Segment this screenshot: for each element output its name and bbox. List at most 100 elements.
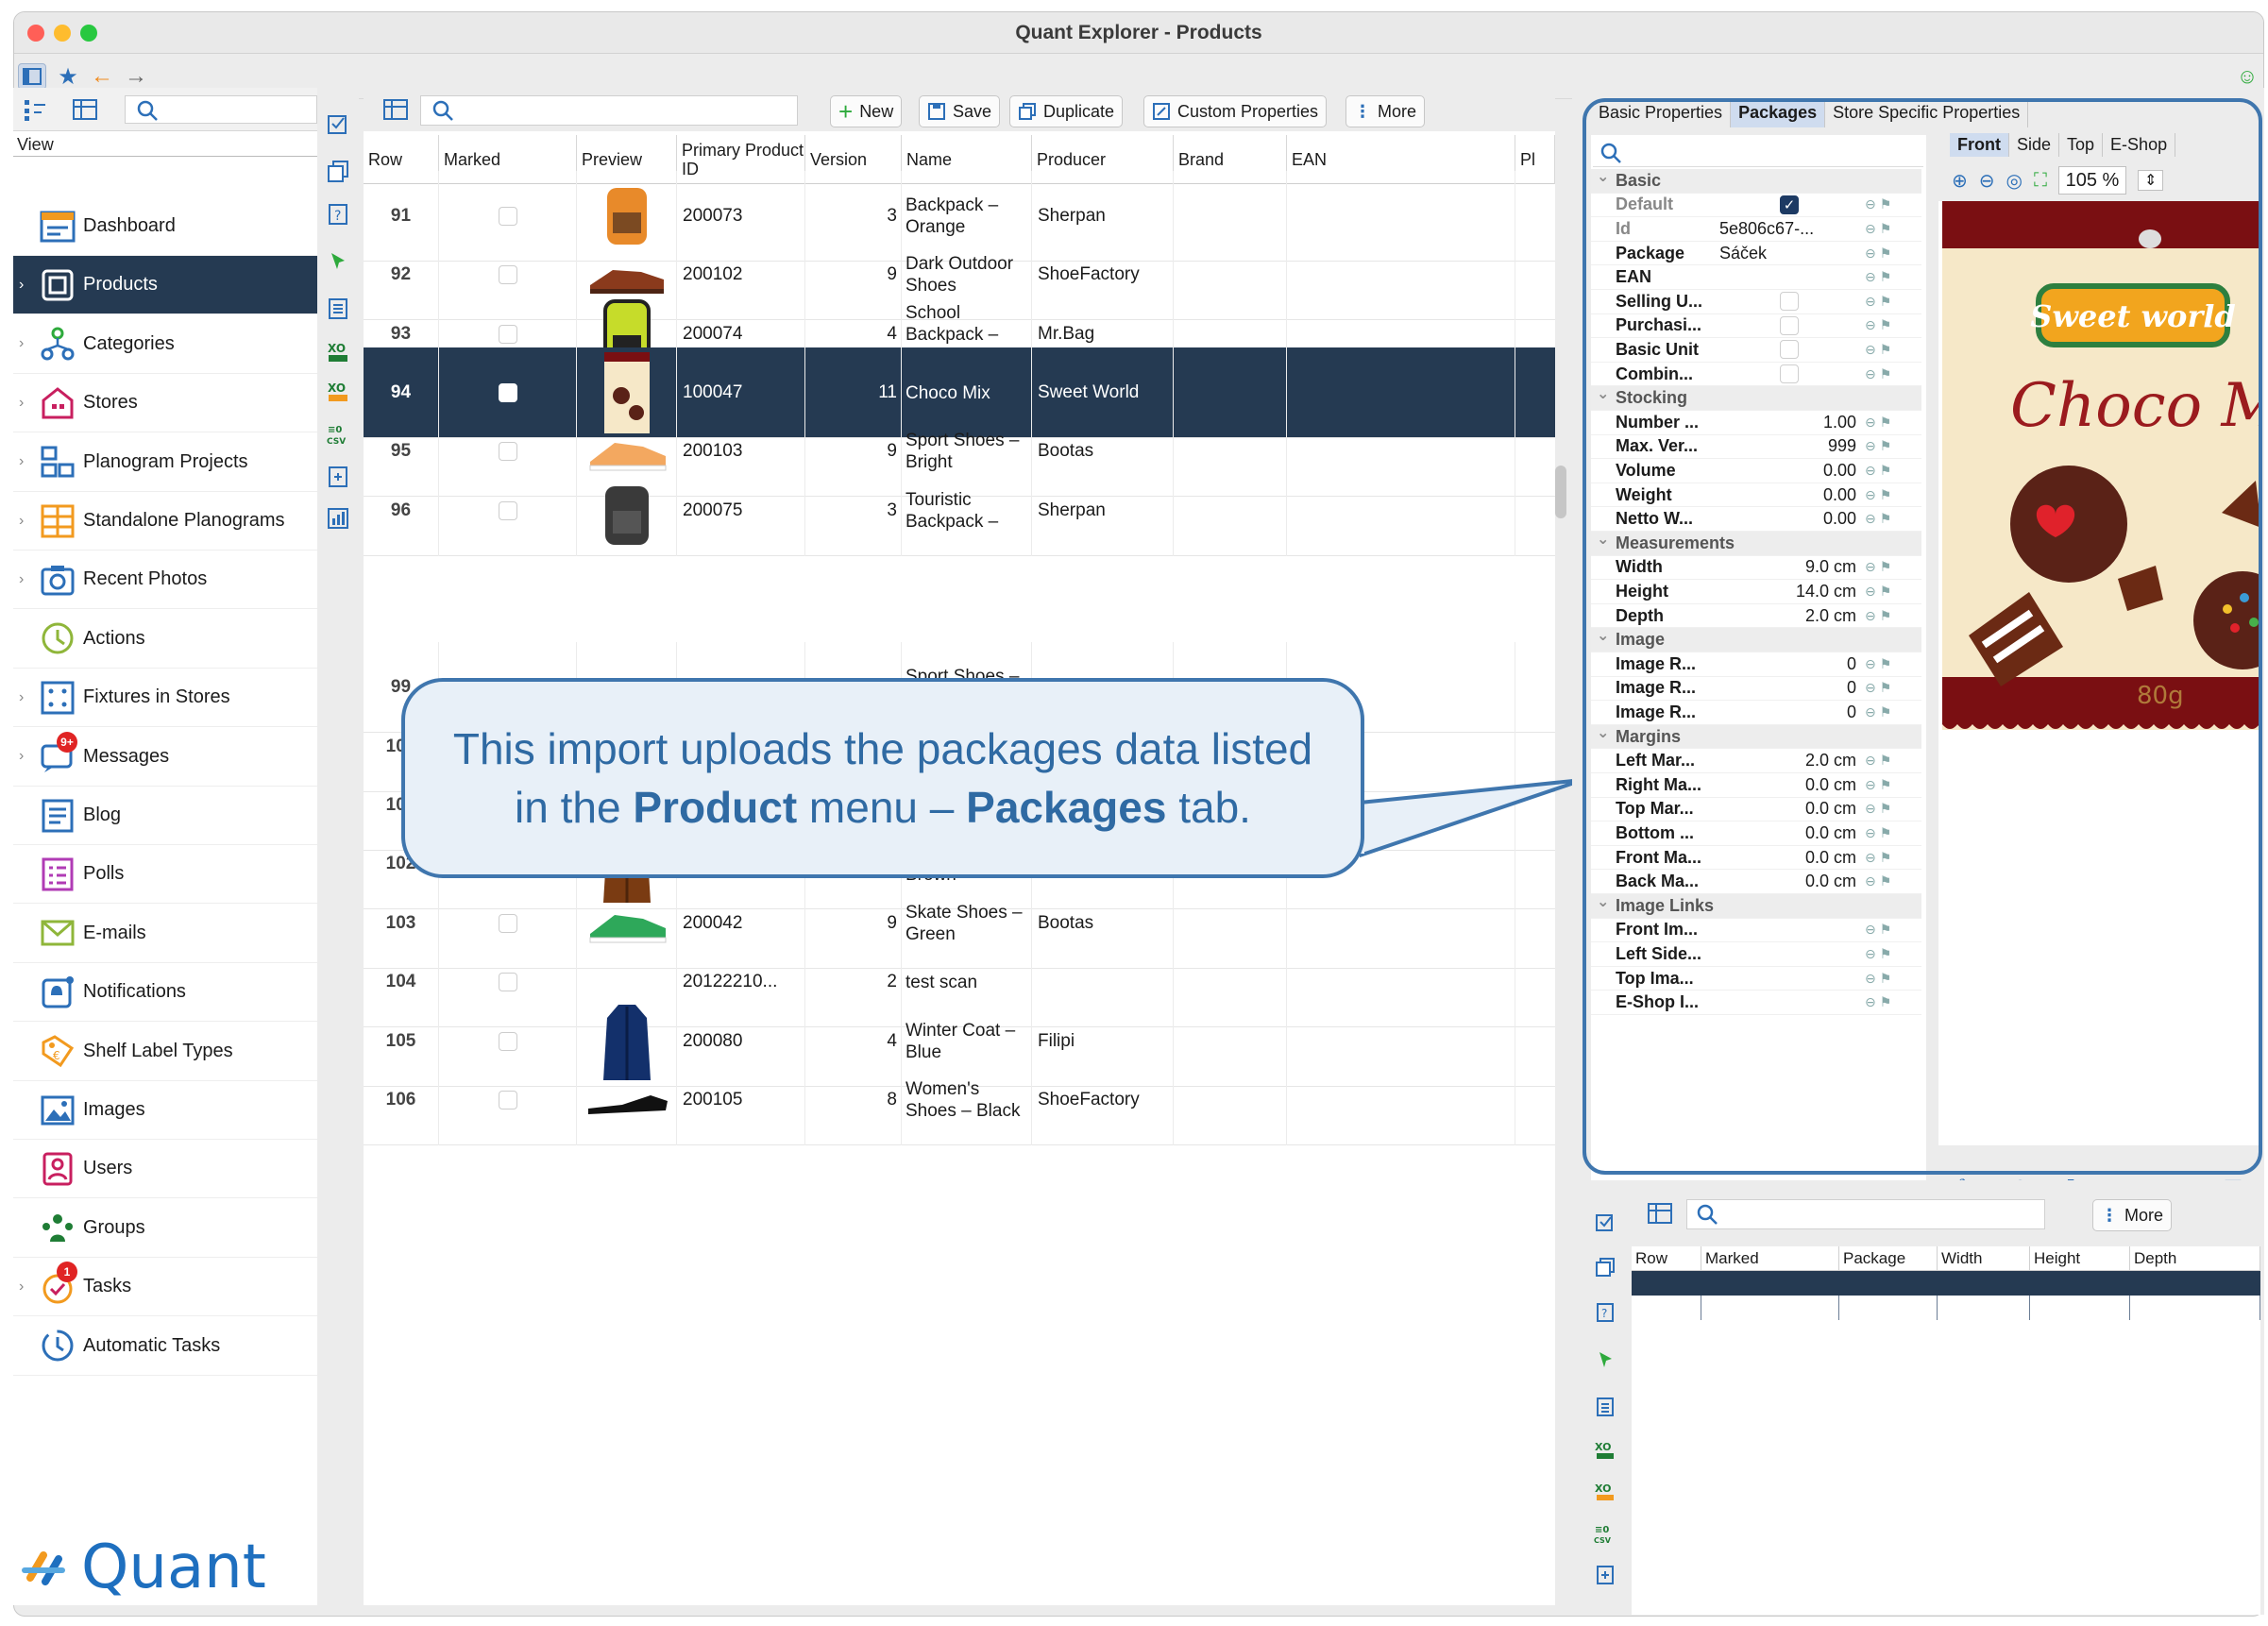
property-value[interactable]: 0 [1719, 654, 1856, 674]
property-value[interactable]: 14.0 cm [1719, 582, 1856, 601]
favorites-star-icon[interactable]: ★ [54, 63, 82, 90]
sidebar-item-automatic-tasks[interactable]: Automatic Tasks [13, 1317, 325, 1376]
sidebar-item-standalone-planograms[interactable]: › Standalone Planograms [13, 492, 325, 550]
reset-value-icon[interactable]: ⊖⚑ [1865, 366, 1895, 382]
help-page-icon[interactable]: ? [1590, 1297, 1620, 1328]
property-row[interactable]: Netto W... 0.00 ⊖⚑ [1591, 507, 1921, 532]
packages-column-height[interactable]: Height [2030, 1246, 2130, 1271]
cursor-pointer-icon[interactable] [1590, 1345, 1620, 1375]
property-row[interactable]: Left Side... ⊖⚑ [1591, 942, 1921, 967]
marked-checkbox[interactable] [498, 1091, 517, 1109]
property-row[interactable]: Top Ima... ⊖⚑ [1591, 967, 1921, 991]
zoom-level-field[interactable]: 105 % [2057, 166, 2126, 195]
property-row[interactable]: Image R... 0 ⊖⚑ [1591, 677, 1921, 702]
reset-value-icon[interactable]: ⊖⚑ [1865, 294, 1895, 310]
table-row[interactable]: 96 200075 3 Touristic Backpack – Sherpan [364, 466, 1555, 556]
sidebar-item-e-mails[interactable]: E-mails [13, 905, 325, 963]
sidebar-item-tasks[interactable]: › 1 Tasks [13, 1258, 325, 1317]
copy-icon[interactable] [1590, 1252, 1620, 1282]
sidebar-item-shelf-label-types[interactable]: € Shelf Label Types [13, 1023, 325, 1081]
reset-value-icon[interactable]: ⊖⚑ [1865, 317, 1895, 333]
status-smiley-icon[interactable]: ☺ [2233, 63, 2261, 90]
chevron-down-icon[interactable]: ⌄ [1597, 530, 1609, 549]
table-view-icon[interactable] [72, 97, 98, 120]
chevron-down-icon[interactable]: ⌄ [1597, 892, 1609, 911]
marked-checkbox[interactable] [498, 265, 517, 284]
reset-value-icon[interactable]: ⊖⚑ [1865, 801, 1895, 817]
property-section-header[interactable]: ⌄ Measurements [1591, 532, 1921, 556]
reset-value-icon[interactable]: ⊖⚑ [1865, 777, 1895, 793]
reset-value-icon[interactable]: ⊖⚑ [1865, 269, 1895, 285]
property-section-header[interactable]: ⌄ Image Links [1591, 894, 1921, 919]
save-button[interactable]: Save [919, 95, 1001, 127]
marked-checkbox[interactable] [498, 442, 517, 461]
more-button[interactable]: ⋮ More [1346, 95, 1426, 127]
property-value[interactable]: 0.0 cm [1719, 823, 1856, 843]
sidebar-item-products[interactable]: › Products [13, 256, 325, 315]
sidebar-item-stores[interactable]: › Stores [13, 374, 325, 433]
marked-checkbox[interactable] [1761, 1299, 1779, 1316]
reset-value-icon[interactable]: ⊖⚑ [1865, 704, 1895, 720]
copy-icon[interactable] [323, 156, 353, 186]
reset-value-icon[interactable]: ⊖⚑ [1865, 487, 1895, 503]
reset-value-icon[interactable]: ⊖⚑ [1865, 438, 1895, 454]
chevron-right-icon[interactable]: › [19, 395, 24, 412]
property-value[interactable]: 0 [1719, 678, 1856, 698]
sidebar-toggle-icon[interactable] [18, 63, 46, 90]
sidebar-item-dashboard[interactable]: Dashboard [13, 197, 325, 256]
tab-front[interactable]: Front [1950, 133, 2009, 157]
property-value[interactable]: 0.0 cm [1719, 775, 1856, 795]
excel-import-icon[interactable]: XO [323, 377, 353, 407]
property-checkbox[interactable] [1780, 315, 1799, 335]
marked-checkbox[interactable] [498, 914, 517, 933]
property-checkbox[interactable] [1780, 340, 1799, 360]
excel-export-icon[interactable]: XO [1590, 1435, 1620, 1465]
packages-column-marked[interactable]: Marked [1701, 1246, 1839, 1271]
reset-value-icon[interactable]: ⊖⚑ [1865, 342, 1895, 358]
chevron-down-icon[interactable]: ⌄ [1597, 384, 1609, 403]
reset-value-icon[interactable]: ⊖⚑ [1865, 221, 1895, 237]
reset-value-icon[interactable]: ⊖⚑ [1865, 584, 1895, 600]
property-row[interactable]: Top Mar... 0.0 cm ⊖⚑ [1591, 798, 1921, 822]
property-row[interactable]: Width 9.0 cm ⊖⚑ [1591, 556, 1921, 581]
tab-top[interactable]: Top [2059, 133, 2104, 157]
table-settings-icon[interactable] [1647, 1201, 1673, 1230]
tab-basic-properties[interactable]: Basic Properties [1591, 101, 1732, 127]
sidebar-item-groups[interactable]: Groups [13, 1199, 325, 1258]
reset-value-icon[interactable]: ⊖⚑ [1865, 753, 1895, 769]
tab-packages[interactable]: Packages [1731, 101, 1826, 127]
reset-value-icon[interactable]: ⊖⚑ [1865, 559, 1895, 575]
sidebar-item-recent-photos[interactable]: › Recent Photos [13, 550, 325, 610]
reset-value-icon[interactable]: ⊖⚑ [1865, 922, 1895, 938]
property-value[interactable]: 1.00 [1719, 413, 1856, 432]
chevron-down-icon[interactable]: ⌄ [1597, 626, 1609, 645]
property-checkbox[interactable] [1780, 292, 1799, 312]
property-section-header[interactable]: ⌄ Basic [1591, 169, 1921, 194]
reset-value-icon[interactable]: ⊖⚑ [1865, 656, 1895, 672]
marked-checkbox[interactable] [498, 1032, 517, 1051]
chevron-right-icon[interactable]: › [19, 277, 24, 294]
chevron-right-icon[interactable]: › [19, 453, 24, 470]
sidebar-item-fixtures-in-stores[interactable]: › Fixtures in Stores [13, 669, 325, 728]
property-row[interactable]: Package Sáček ⊖⚑ [1591, 242, 1921, 266]
property-row[interactable]: Purchasi... ⊖⚑ [1591, 314, 1921, 339]
forward-arrow-icon[interactable]: → [122, 63, 150, 90]
property-row[interactable]: Image R... 0 ⊖⚑ [1591, 652, 1921, 677]
reset-value-icon[interactable]: ⊖⚑ [1865, 608, 1895, 624]
sidebar-item-notifications[interactable]: Notifications [13, 963, 325, 1023]
property-row[interactable]: Id 5e806c67-... ⊖⚑ [1591, 217, 1921, 242]
property-checkbox[interactable] [1780, 364, 1799, 384]
property-value[interactable]: 0.00 [1719, 461, 1856, 481]
property-row[interactable]: Basic Unit ⊖⚑ [1591, 338, 1921, 363]
property-value[interactable]: 2.0 cm [1719, 606, 1856, 626]
chevron-right-icon[interactable]: › [19, 1279, 24, 1296]
new-button[interactable]: + New [830, 95, 903, 127]
sidebar-search-input[interactable] [125, 95, 317, 124]
property-search-input[interactable] [1593, 139, 1923, 167]
help-page-icon[interactable]: ? [323, 199, 353, 229]
sidebar-item-blog[interactable]: Blog [13, 787, 325, 845]
chevron-right-icon[interactable]: › [19, 513, 24, 530]
chart-icon[interactable] [323, 503, 353, 534]
property-section-header[interactable]: ⌄ Stocking [1591, 386, 1921, 411]
property-section-header[interactable]: ⌄ Margins [1591, 724, 1921, 750]
